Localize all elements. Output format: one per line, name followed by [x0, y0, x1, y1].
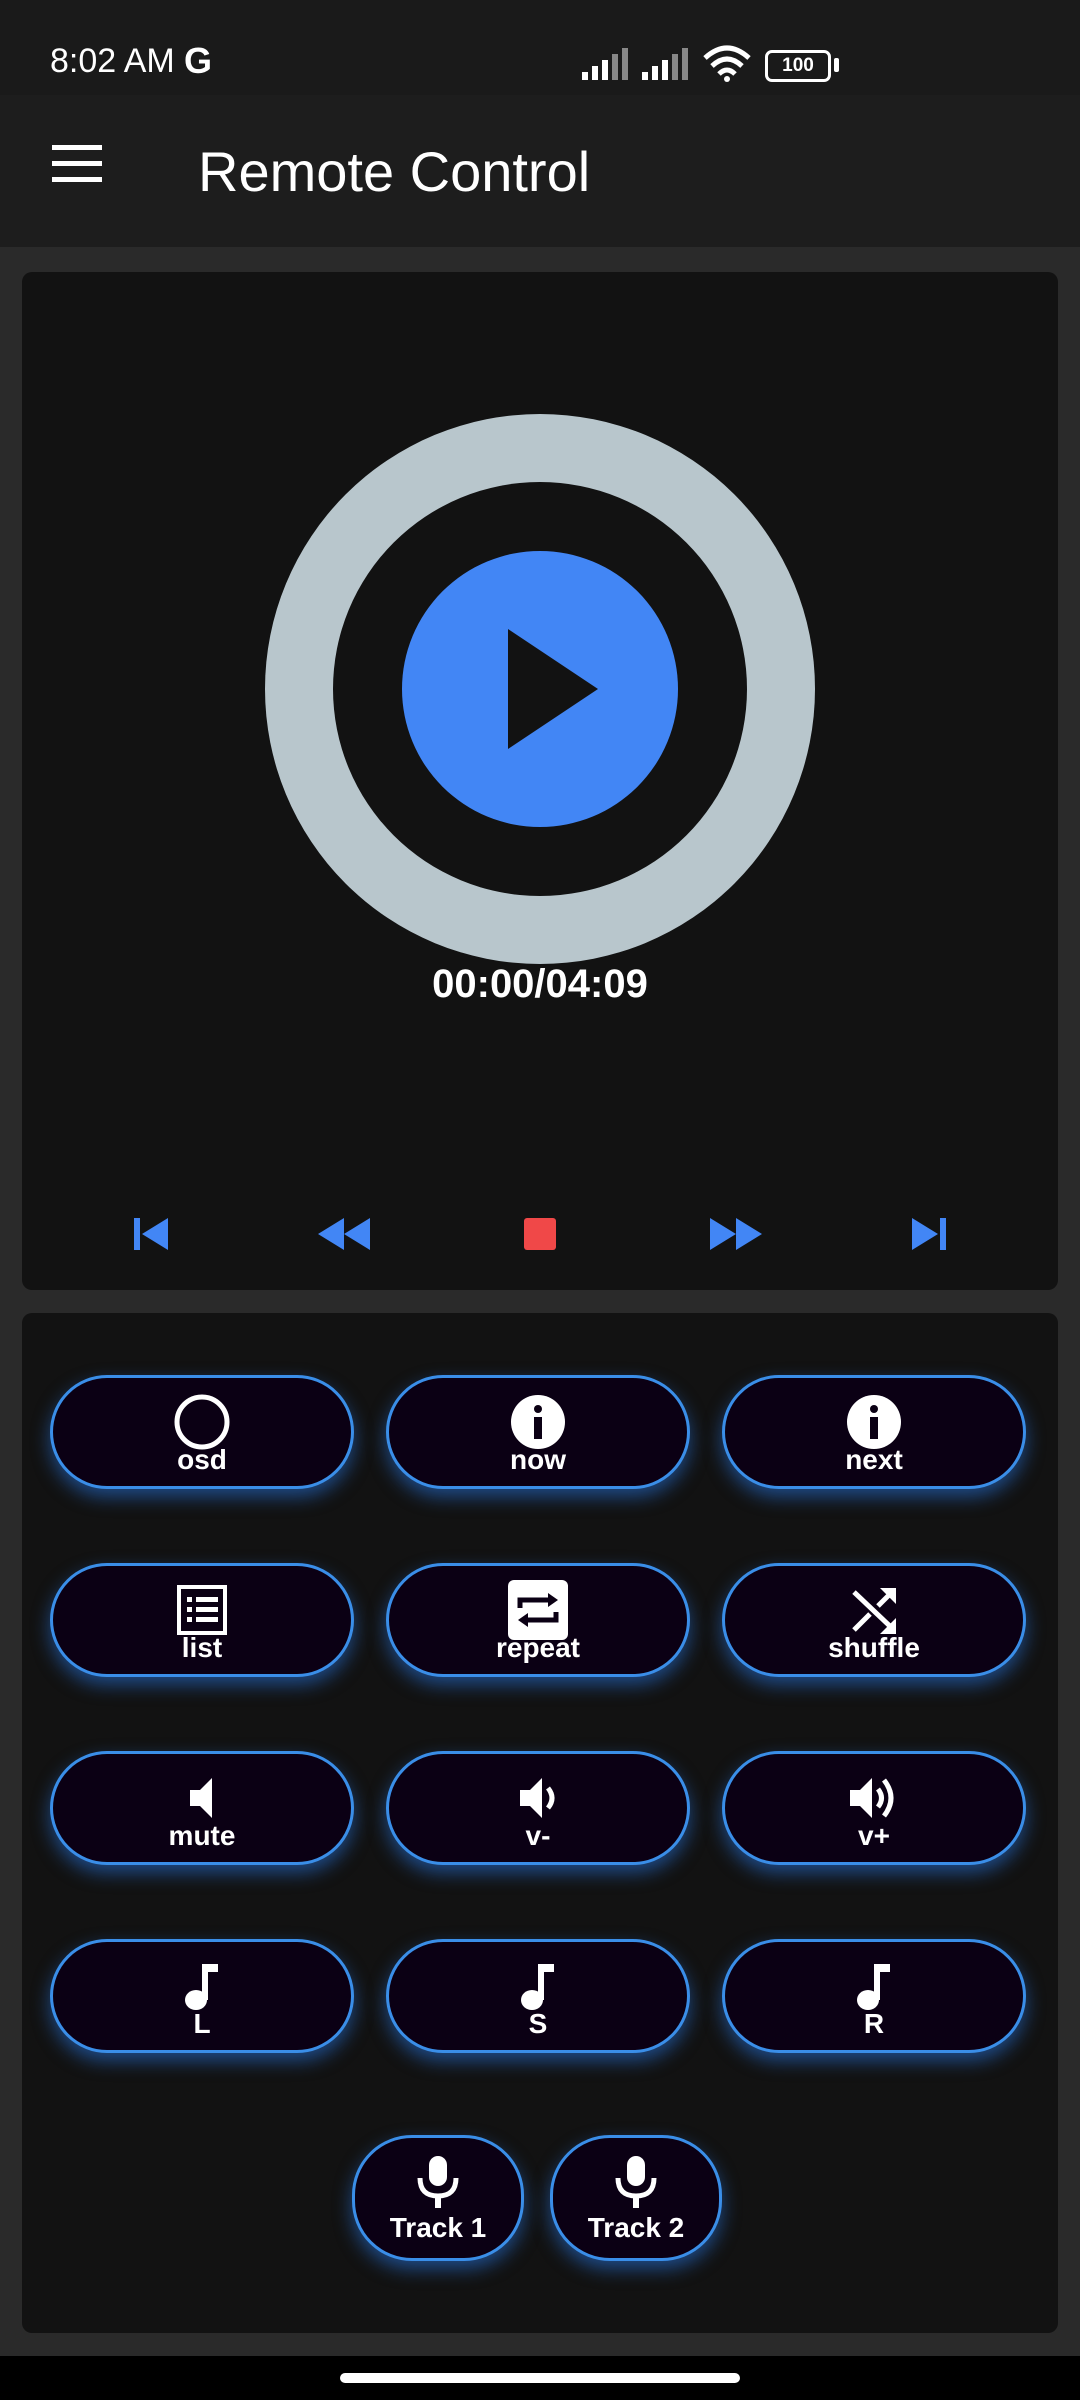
volume-down-label: v-	[525, 1820, 551, 1851]
repeat-label: repeat	[495, 1632, 581, 1663]
microphone-icon	[417, 2156, 459, 2208]
hamburger-menu-icon[interactable]	[40, 145, 110, 201]
now-button[interactable]: now	[386, 1375, 690, 1489]
microphone-icon	[615, 2156, 657, 2208]
google-icon: G	[184, 40, 213, 81]
stop-icon[interactable]	[510, 1204, 570, 1264]
music-note-icon	[185, 1964, 218, 2010]
track-1-label: Track 1	[389, 2212, 487, 2243]
stereo-label: S	[528, 2008, 548, 2039]
signal-icon	[642, 48, 688, 80]
rewind-icon[interactable]	[314, 1204, 374, 1264]
volume-mute-icon	[190, 1778, 212, 1818]
mute-button[interactable]: mute	[50, 1751, 354, 1865]
track-2-label: Track 2	[587, 2212, 685, 2243]
volume-down-button[interactable]: v-	[386, 1751, 690, 1865]
battery-icon: 100	[765, 50, 831, 82]
play-button[interactable]	[402, 551, 678, 827]
battery-tip	[834, 58, 839, 72]
now-label: now	[510, 1444, 566, 1475]
music-note-icon	[857, 1964, 890, 2010]
circle-outline-icon	[174, 1394, 230, 1450]
list-label: list	[181, 1632, 223, 1663]
info-icon	[511, 1395, 565, 1449]
volume-up-label: v+	[858, 1820, 890, 1851]
page-title: Remote Control	[198, 140, 591, 203]
progress-ring	[265, 414, 815, 964]
playback-time: 00:00/04:09	[432, 962, 648, 1006]
track-2-button[interactable]: Track 2	[550, 2135, 722, 2261]
status-bar: 8:02 AM G 100	[0, 0, 1080, 95]
volume-up-icon	[850, 1778, 894, 1818]
mute-label: mute	[168, 1820, 236, 1851]
volume-up-button[interactable]: v+	[722, 1751, 1026, 1865]
repeat-icon	[508, 1580, 568, 1640]
shuffle-button[interactable]: shuffle	[722, 1563, 1026, 1677]
right-channel-label: R	[863, 2008, 885, 2039]
status-time: 8:02 AM	[50, 42, 175, 80]
left-channel-button[interactable]: L	[50, 1939, 354, 2053]
volume-down-icon	[520, 1778, 555, 1818]
music-note-icon	[521, 1964, 554, 2010]
track-1-button[interactable]: Track 1	[352, 2135, 524, 2261]
home-gesture-bar[interactable]	[340, 2373, 740, 2383]
list-button[interactable]: list	[50, 1563, 354, 1677]
skip-previous-icon[interactable]	[122, 1204, 182, 1264]
repeat-button[interactable]: repeat	[386, 1563, 690, 1677]
list-icon	[177, 1585, 227, 1635]
fast-forward-icon[interactable]	[706, 1204, 766, 1264]
buttons-card: osd now next list repeat shuffle mute v-…	[22, 1313, 1058, 2333]
app-bar: Remote Control	[0, 95, 1080, 247]
wifi-icon	[703, 45, 751, 82]
stereo-button[interactable]: S	[386, 1939, 690, 2053]
shuffle-icon	[852, 1588, 896, 1634]
osd-button[interactable]: osd	[50, 1375, 354, 1489]
next-button[interactable]: next	[722, 1375, 1026, 1489]
osd-label: osd	[177, 1444, 227, 1475]
play-icon	[508, 629, 598, 749]
signal-icon	[582, 48, 628, 80]
next-label: next	[845, 1444, 903, 1475]
right-channel-button[interactable]: R	[722, 1939, 1026, 2053]
shuffle-label: shuffle	[828, 1632, 920, 1663]
progress-ring-inner	[333, 482, 747, 896]
skip-next-icon[interactable]	[898, 1204, 958, 1264]
player-card: 00:00/04:09	[22, 272, 1058, 1290]
info-icon	[847, 1395, 901, 1449]
left-channel-label: L	[193, 2008, 211, 2039]
